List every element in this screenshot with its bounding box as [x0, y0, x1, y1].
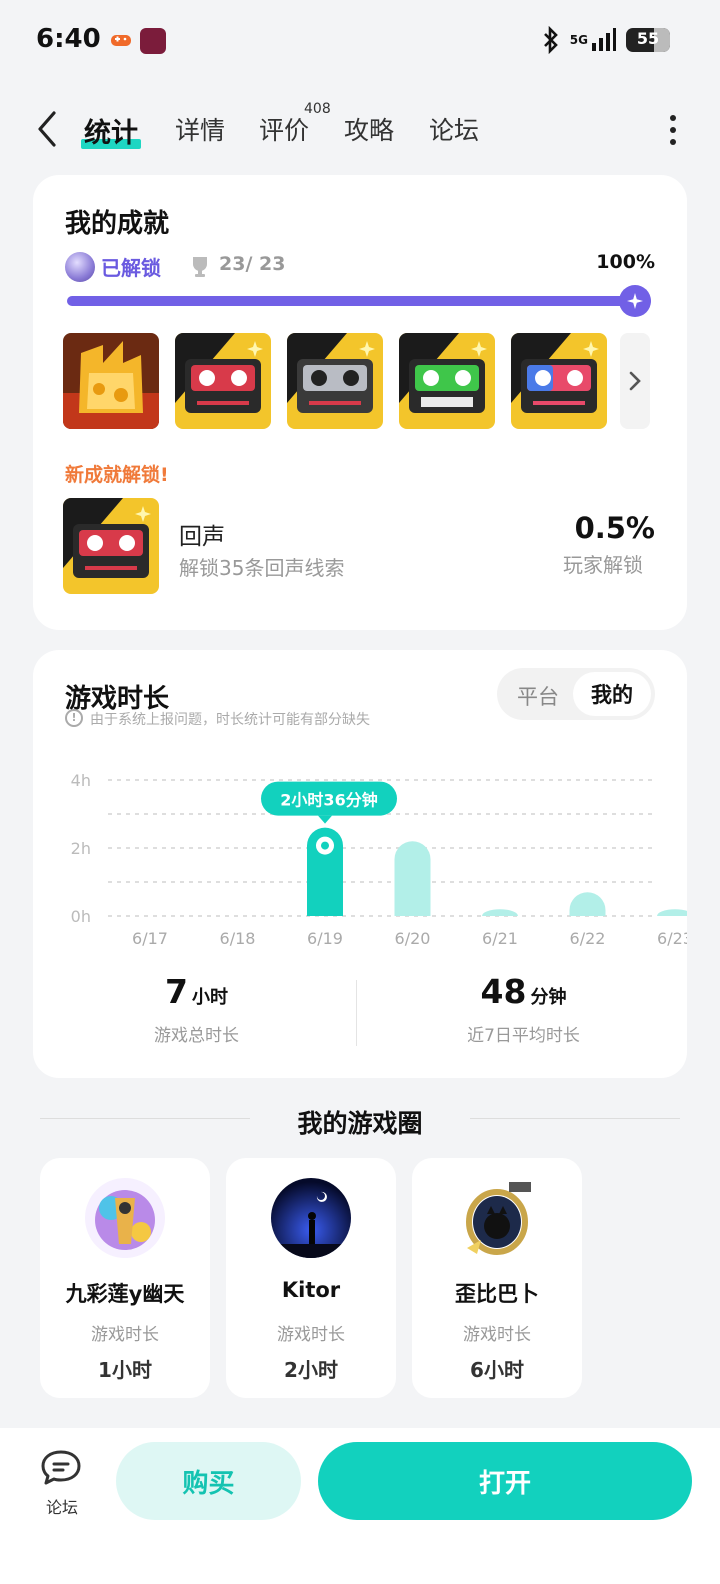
stat-divider — [356, 980, 357, 1046]
avatar — [457, 1178, 537, 1258]
reviews-count-badge: 408 — [304, 101, 331, 117]
network-type: 5G — [569, 33, 588, 47]
seg-platform[interactable]: 平台 — [517, 681, 559, 711]
achievement-progress-fill — [67, 296, 651, 306]
unlocked-medal-icon — [65, 252, 95, 282]
x-tick-label: 6/19 — [307, 929, 343, 948]
friend-playtime-label: 游戏时长 — [463, 1325, 531, 1345]
cassette-pink-badge[interactable] — [511, 333, 607, 429]
divider-right — [470, 1118, 680, 1119]
bar — [482, 909, 518, 916]
seg-mine[interactable]: 我的 — [573, 672, 651, 716]
cassette-red-badge[interactable] — [175, 333, 271, 429]
game-circle-title: 我的游戏圈 — [297, 1109, 423, 1138]
forum-button[interactable]: 论坛 — [38, 1448, 86, 1518]
avatar — [271, 1178, 351, 1258]
friend-playtime: 6小时 — [470, 1358, 524, 1382]
total-playtime-value: 7 — [165, 972, 188, 1011]
playtime-card: 游戏时长 平台 我的 ! 由于系统上报问题，时长统计可能有部分缺失 4h 2h 0h… — [33, 650, 687, 1078]
friend-card[interactable]: 歪比巴卜 游戏时长 6小时 — [412, 1158, 582, 1398]
bluetooth-icon — [543, 26, 558, 54]
info-icon: ! — [65, 709, 83, 727]
tooltip-pointer — [318, 815, 332, 824]
friend-card[interactable]: Kitor 游戏时长 2小时 — [226, 1158, 396, 1398]
clock: 6:40 — [36, 24, 101, 54]
status-right: 5G 55 — [542, 26, 670, 54]
bottom-action-bar: 论坛 购买 打开 — [0, 1428, 720, 1584]
chevron-right-icon — [629, 371, 641, 391]
total-playtime: 7 小时 游戏总时长 — [33, 972, 360, 1046]
status-bar: 6:40 5G 55 — [0, 0, 720, 84]
y-tick-label: 4h — [71, 771, 91, 790]
new-achievement-title: 新成就解锁! — [65, 464, 169, 486]
badges-next-button[interactable] — [620, 333, 650, 429]
tab-forum[interactable]: 论坛 — [429, 111, 479, 147]
total-playtime-unit: 小时 — [191, 987, 228, 1008]
new-achievement-rate: 0.5% — [574, 511, 655, 545]
chat-bubble-icon — [41, 1450, 81, 1485]
x-tick-label: 6/17 — [132, 929, 168, 948]
bar — [657, 909, 687, 916]
signal-icon — [592, 28, 616, 51]
avg-playtime-label: 近7日平均时长 — [467, 1026, 580, 1046]
avg-playtime: 48 分钟 近7日平均时长 — [360, 972, 687, 1046]
game-controller-icon — [111, 35, 131, 46]
sparkle-icon — [619, 285, 651, 317]
x-tick-label: 6/22 — [570, 929, 606, 948]
x-tick-label: 6/20 — [395, 929, 431, 948]
achievement-progress-bar — [67, 296, 651, 306]
friend-card[interactable]: 九彩莲y幽天 游戏时长 1小时 — [40, 1158, 210, 1398]
achievement-percent: 100% — [596, 251, 655, 273]
unlocked-label: 已解锁 — [101, 256, 161, 280]
y-tick-label: 2h — [71, 839, 91, 858]
tab-stats[interactable]: 统计 — [81, 111, 141, 150]
new-achievement-badge[interactable] — [63, 498, 159, 594]
achievements-card[interactable]: 我的成就 已解锁 23/ 23 100% 新成就解锁! 回声 解锁35条回声线索… — [33, 175, 687, 630]
x-tick-label: 6/23 — [657, 929, 687, 948]
friend-name: 九彩莲y幽天 — [65, 1282, 185, 1306]
x-tick-label: 6/21 — [482, 929, 518, 948]
total-playtime-label: 游戏总时长 — [154, 1026, 239, 1046]
top-tabs: 统计 详情 评价 408 攻略 论坛 — [0, 95, 720, 161]
bar-marker-dot — [321, 841, 329, 850]
y-tick-label: 0h — [71, 907, 91, 926]
cassette-green-badge[interactable] — [399, 333, 495, 429]
avg-playtime-value: 48 — [480, 972, 527, 1011]
app-notification-icon — [140, 28, 166, 54]
buy-button[interactable]: 购买 — [116, 1442, 301, 1520]
achievement-badges — [63, 333, 607, 429]
back-icon[interactable] — [34, 109, 60, 149]
more-menu-icon[interactable] — [670, 115, 676, 151]
tab-guides[interactable]: 攻略 — [344, 111, 394, 147]
avatar — [85, 1178, 165, 1258]
friend-name: 歪比巴卜 — [455, 1282, 539, 1306]
achievement-count: 23/ 23 — [219, 253, 286, 275]
trophy-icon — [193, 257, 207, 277]
friend-name: Kitor — [281, 1278, 341, 1302]
bar — [394, 841, 431, 916]
battery-icon: 55 — [626, 28, 670, 52]
bar — [569, 892, 606, 916]
friend-playtime: 2小时 — [284, 1358, 338, 1382]
friend-playtime: 1小时 — [98, 1358, 152, 1382]
tab-reviews[interactable]: 评价 — [259, 111, 309, 147]
open-button[interactable]: 打开 — [318, 1442, 692, 1520]
tooltip-label: 2小时36分钟 — [280, 791, 377, 810]
playtime-notice: 由于系统上报问题，时长统计可能有部分缺失 — [90, 712, 370, 728]
playtime-chart: 4h 2h 0h 6/17 6/18 6/19 6/20 6/21 6/22 6/23 2小时36分… — [71, 771, 687, 948]
friends-list: 九彩莲y幽天 游戏时长 1小时 Kitor 游戏时长 2小时 歪比巴卜 游戏时长… — [40, 1158, 582, 1398]
tab-details[interactable]: 详情 — [175, 111, 225, 147]
forum-label: 论坛 — [45, 1498, 78, 1517]
avg-playtime-unit: 分钟 — [530, 987, 567, 1008]
achievements-title: 我的成就 — [65, 209, 170, 239]
friend-playtime-label: 游戏时长 — [277, 1325, 345, 1345]
friend-playtime-label: 游戏时长 — [91, 1325, 159, 1345]
cassette-silver-badge[interactable] — [287, 333, 383, 429]
new-achievement-rate-label: 玩家解锁 — [563, 553, 643, 577]
gold-crown-badge[interactable] — [63, 333, 159, 429]
x-tick-label: 6/18 — [220, 929, 256, 948]
new-achievement-name: 回声 — [179, 524, 225, 550]
new-achievement-desc: 解锁35条回声线索 — [179, 556, 345, 580]
playtime-toggle: 平台 我的 — [497, 668, 655, 720]
